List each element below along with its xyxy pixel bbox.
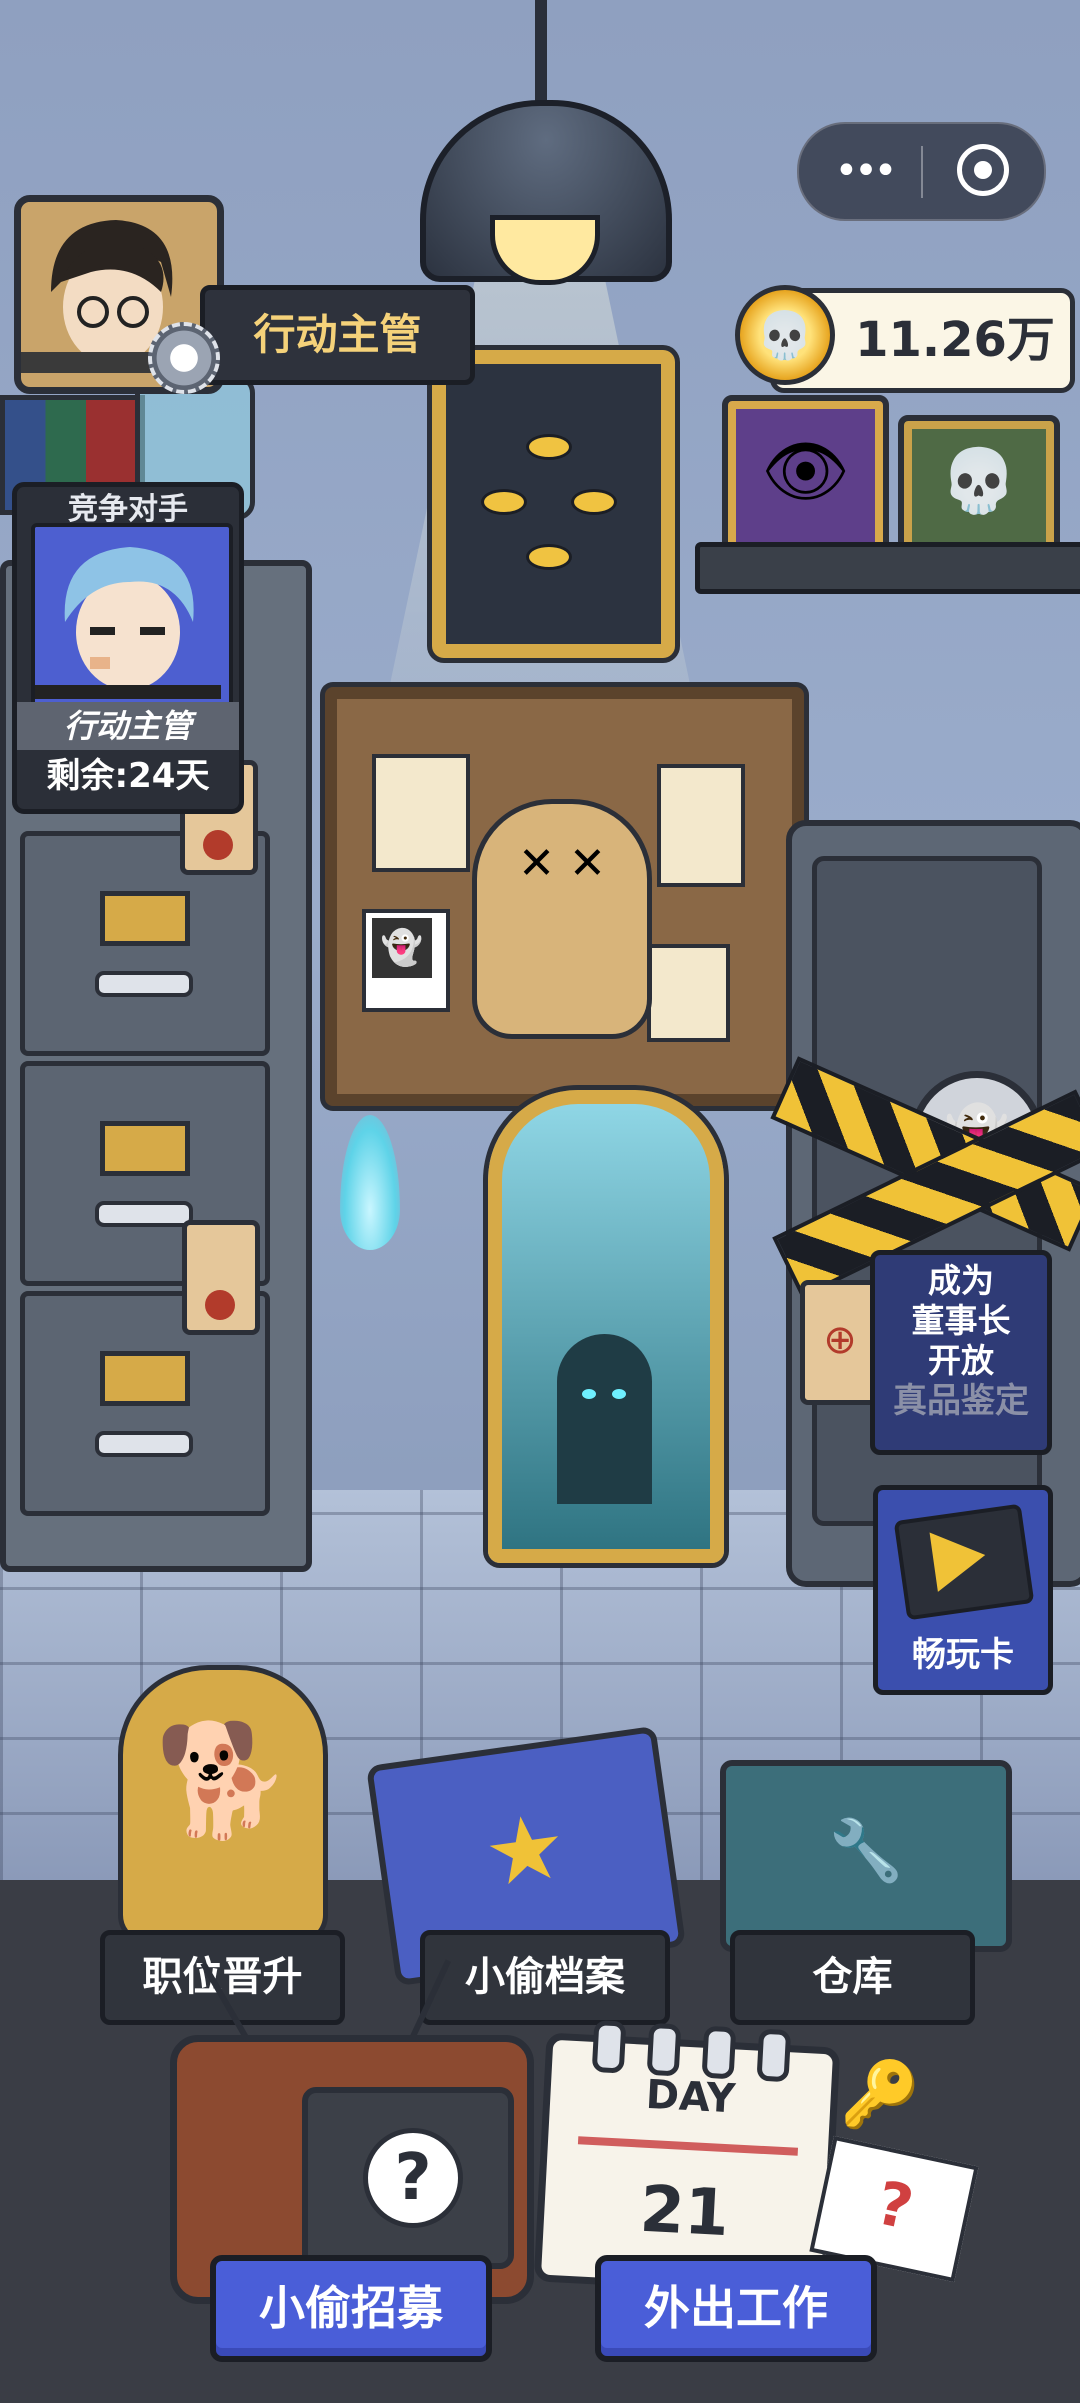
player-title-plate: 行动主管 bbox=[200, 285, 475, 385]
go-to-work-button[interactable]: 外出工作 bbox=[595, 2255, 877, 2362]
toolbox[interactable]: 🔧 bbox=[720, 1760, 1012, 1952]
play-icon bbox=[929, 1525, 990, 1592]
pinned-note bbox=[647, 944, 730, 1042]
dog-trophy-statue[interactable]: 🐕 bbox=[118, 1665, 328, 1945]
skull-chest[interactable]: 💀 bbox=[898, 415, 1060, 557]
thief-files-button[interactable]: 小偷档案 bbox=[420, 1930, 670, 2025]
pass-card-label: 畅玩卡 bbox=[912, 1635, 1014, 1675]
close-miniprogram-icon[interactable] bbox=[957, 144, 1009, 196]
more-icon[interactable]: ••• bbox=[829, 151, 899, 191]
coin-value: 11.26万 bbox=[855, 312, 1055, 368]
calendar-day-label: DAY bbox=[644, 2071, 737, 2123]
tv-screen: ? bbox=[302, 2087, 514, 2269]
rival-card[interactable]: 竞争对手 行动主管 剩余:24天 bbox=[12, 482, 244, 814]
question-icon: ? bbox=[363, 2128, 463, 2228]
eye-icon bbox=[526, 434, 572, 460]
appraisal-line: 成为 bbox=[928, 1261, 994, 1300]
appraisal-unlock-button[interactable]: 成为 董事长 开放 真品鉴定 bbox=[870, 1250, 1052, 1455]
mirror-ghost bbox=[557, 1334, 652, 1504]
car-key-icon: 🔑 bbox=[840, 2058, 920, 2132]
corkboard[interactable]: ✕ ✕ bbox=[325, 687, 804, 1106]
rival-days-left: 剩余:24天 bbox=[46, 756, 210, 796]
player-title: 行动主管 bbox=[253, 310, 422, 359]
haunted-mirror[interactable] bbox=[488, 1090, 724, 1563]
lamp-cord bbox=[535, 0, 547, 110]
pinned-note bbox=[657, 764, 745, 887]
appraisal-line: 开放 bbox=[928, 1341, 994, 1380]
pass-card-button[interactable]: 畅玩卡 bbox=[873, 1485, 1053, 1695]
eye-icon bbox=[481, 489, 527, 515]
skull-coin-icon: 💀 bbox=[735, 285, 835, 385]
rival-avatar bbox=[31, 523, 233, 711]
ghost-photo bbox=[362, 909, 450, 1012]
eye-icon bbox=[526, 544, 572, 570]
appraisal-line: 真品鉴定 bbox=[893, 1381, 1029, 1421]
pass-card-image bbox=[893, 1503, 1035, 1621]
ghost-tag bbox=[182, 1220, 260, 1335]
voodoo-doll: ✕ ✕ bbox=[472, 799, 652, 1039]
capsule-divider bbox=[921, 146, 923, 198]
wall-shelf bbox=[695, 542, 1080, 594]
eye-painting bbox=[432, 350, 675, 658]
eye-icon bbox=[571, 489, 617, 515]
eye-chest[interactable]: 👁 bbox=[722, 395, 889, 557]
target-tag-icon: ⊕ bbox=[800, 1280, 880, 1405]
rival-role: 行动主管 bbox=[17, 702, 239, 750]
recruit-thief-button[interactable]: 小偷招募 bbox=[210, 2255, 492, 2362]
settings-gear-icon[interactable] bbox=[148, 322, 220, 394]
warehouse-button[interactable]: 仓库 bbox=[730, 1930, 975, 2025]
miniprogram-capsule: ••• bbox=[797, 122, 1046, 221]
pinned-note bbox=[372, 754, 470, 872]
appraisal-line: 董事长 bbox=[911, 1301, 1011, 1340]
promotion-button[interactable]: 职位晋升 bbox=[100, 1930, 345, 2025]
